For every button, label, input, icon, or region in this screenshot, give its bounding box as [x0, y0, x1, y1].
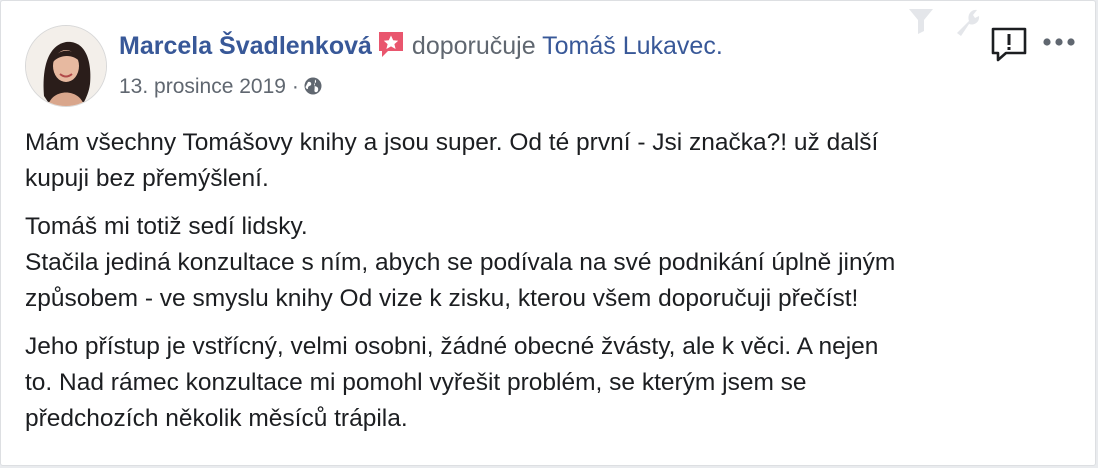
- review-paragraph: Mám všechny Tomášovy knihy a jsou super.…: [25, 125, 1075, 197]
- globe-icon[interactable]: [303, 76, 323, 104]
- more-dots-icon[interactable]: [1041, 35, 1081, 54]
- post-header: Marcela Švadlenková doporučuje Tomáš Luka…: [119, 29, 723, 68]
- meta-separator: ·: [291, 75, 299, 98]
- recommendation-star-icon: [376, 29, 406, 68]
- author-name-link[interactable]: Marcela Švadlenková: [119, 32, 372, 60]
- avatar-photo: [26, 26, 106, 106]
- post-meta: 13. prosince 2019 ·: [119, 73, 323, 104]
- review-paragraph: Tomáš mi totiž sedí lidsky. Stačila jedi…: [25, 209, 1075, 317]
- review-paragraph: Jeho přístup je vstřícný, velmi osobni, …: [25, 329, 1075, 437]
- review-card: Marcela Švadlenková doporučuje Tomáš Luka…: [0, 0, 1096, 466]
- wrench-icon[interactable]: [957, 9, 980, 36]
- recommended-page-link[interactable]: Tomáš Lukavec.: [542, 32, 723, 60]
- review-line: Jeho přístup je vstřícný, velmi osobni, …: [25, 333, 879, 360]
- post-date-link[interactable]: 13. prosince 2019: [119, 75, 286, 98]
- review-line: Mám všechny Tomášovy knihy a jsou super.…: [25, 129, 879, 156]
- avatar[interactable]: [25, 25, 107, 107]
- recommends-verb: doporučuje: [411, 32, 536, 60]
- review-line: Stačila jediná konzultace s ním, abych s…: [25, 249, 896, 276]
- admin-tools: [907, 7, 987, 42]
- report-speech-bubble-icon[interactable]: [989, 25, 1029, 70]
- review-line: způsobem - ve smyslu knihy Od vize k zis…: [25, 285, 859, 312]
- review-line: předchozích několik měsíců trápila.: [25, 405, 408, 432]
- review-line: Tomáš mi totiž sedí lidsky.: [25, 213, 308, 240]
- filter-icon[interactable]: [909, 9, 933, 34]
- review-line: to. Nad rámec konzultace mi pomohl vyřeš…: [25, 369, 807, 396]
- review-text: Mám všechny Tomášovy knihy a jsou super.…: [25, 125, 1075, 449]
- review-line: kupuji bez přemýšlení.: [25, 165, 269, 192]
